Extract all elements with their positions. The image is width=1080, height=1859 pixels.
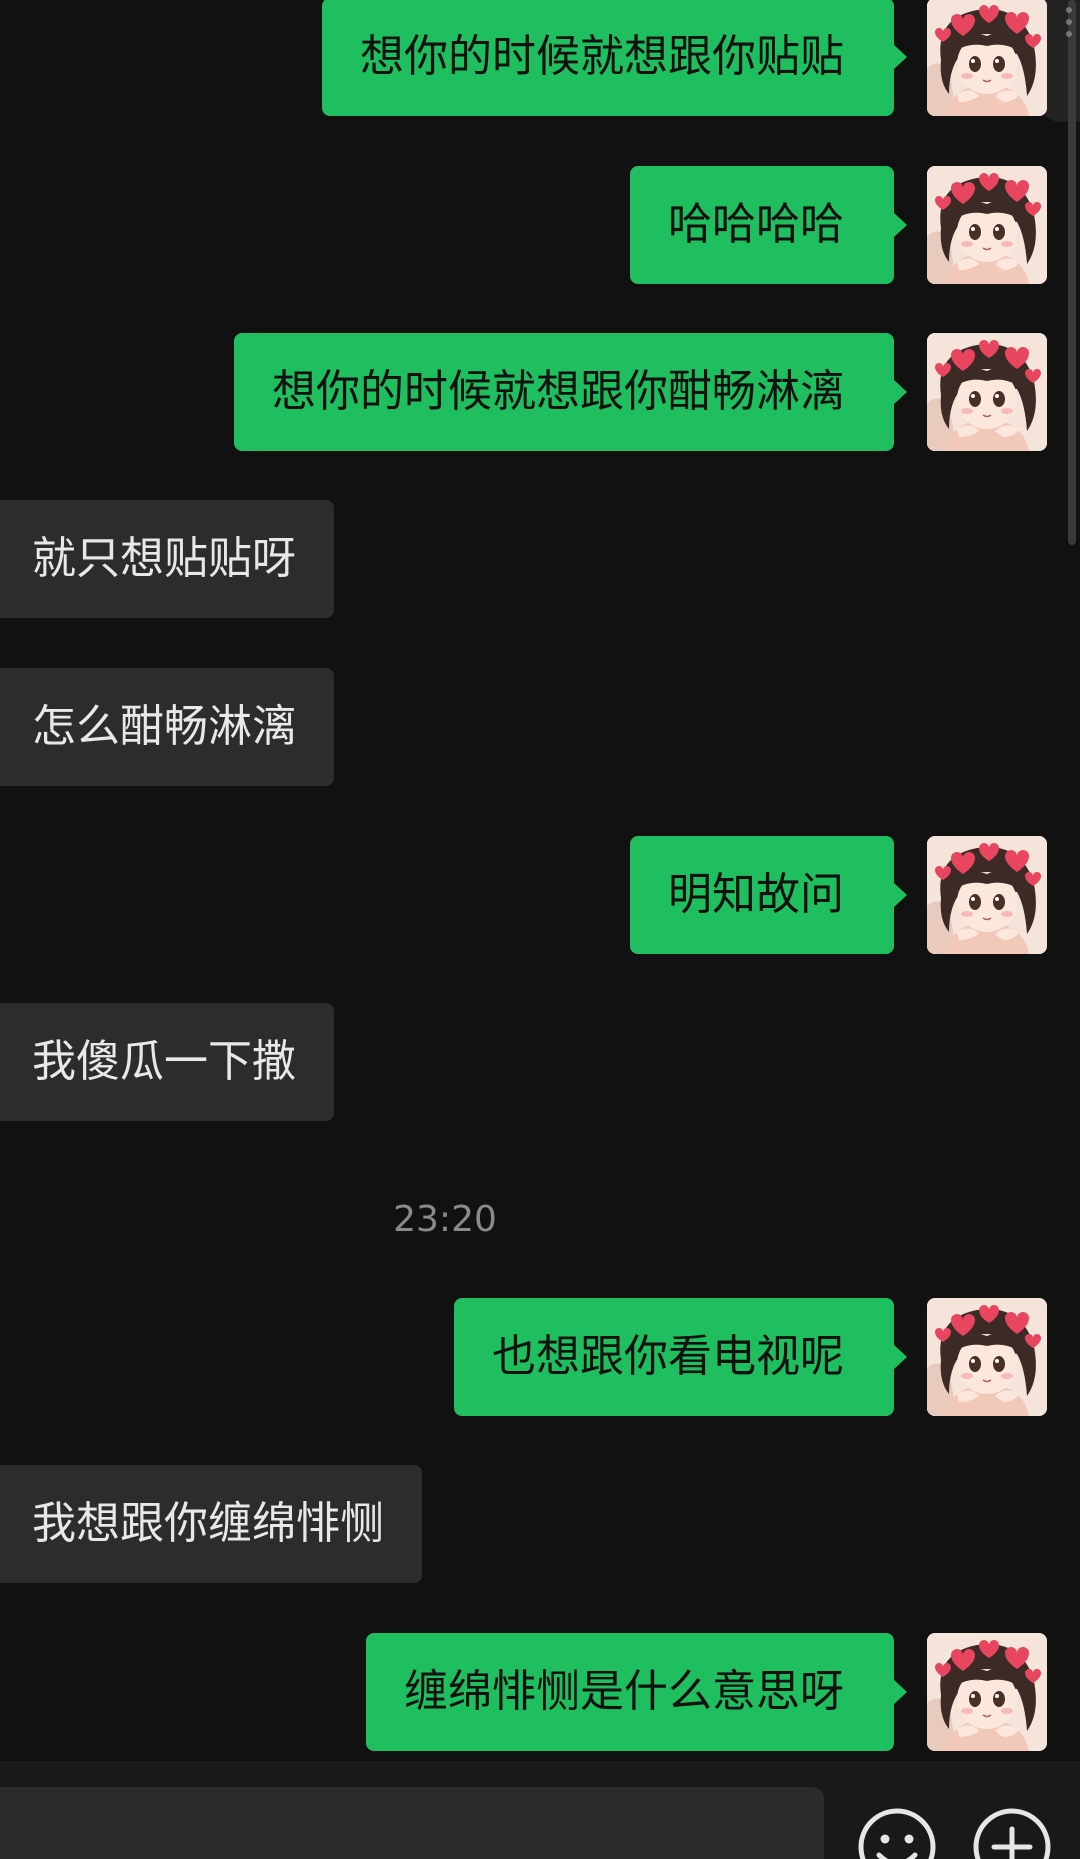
outgoing-message-bubble[interactable]: 也想跟你看电视呢	[454, 1298, 907, 1416]
avatar[interactable]	[927, 1298, 1047, 1416]
avatar[interactable]	[927, 0, 1047, 116]
avatar-image	[927, 333, 1047, 451]
avatar-image	[927, 1633, 1047, 1751]
outgoing-message-bubble[interactable]: 哈哈哈哈	[630, 166, 907, 284]
outgoing-message-bubble[interactable]: 想你的时候就想跟你贴贴	[322, 0, 907, 116]
message-input[interactable]	[0, 1787, 824, 1859]
message-row: 想你的时候就想跟你贴贴	[0, 0, 1080, 118]
message-row: 想你的时候就想跟你酣畅淋漓	[0, 333, 1080, 453]
message-row: 我想跟你缠绵悱恻	[0, 1465, 1080, 1585]
avatar[interactable]	[927, 166, 1047, 284]
message-row: 哈哈哈哈	[0, 166, 1080, 286]
outgoing-message-bubble[interactable]: 缠绵悱恻是什么意思呀	[366, 1633, 907, 1751]
input-bar	[0, 1762, 1080, 1859]
message-row: 我傻瓜一下撒	[0, 1003, 1080, 1123]
incoming-message-bubble[interactable]: 我想跟你缠绵悱恻	[0, 1465, 422, 1583]
avatar[interactable]	[927, 1633, 1047, 1751]
incoming-message-bubble[interactable]: 怎么酣畅淋漓	[0, 668, 334, 786]
outgoing-message-bubble[interactable]: 想你的时候就想跟你酣畅淋漓	[234, 333, 907, 451]
chat-area[interactable]: 想你的时候就想跟你贴贴 哈哈哈哈 想你的时候就想跟你酣畅淋漓 就只想贴贴呀 怎么…	[0, 0, 1080, 1762]
message-row: 怎么酣畅淋漓	[0, 668, 1080, 788]
avatar-image	[927, 0, 1047, 116]
outgoing-message-bubble[interactable]: 明知故问	[630, 836, 907, 954]
avatar-image	[927, 1298, 1047, 1416]
message-row: 明知故问	[0, 836, 1080, 956]
avatar-image	[927, 166, 1047, 284]
message-row: 就只想贴贴呀	[0, 500, 1080, 620]
avatar[interactable]	[927, 836, 1047, 954]
avatar-image	[927, 836, 1047, 954]
plus-icon[interactable]	[970, 1805, 1054, 1859]
emoji-icon[interactable]	[855, 1805, 939, 1859]
message-row: 缠绵悱恻是什么意思呀	[0, 1633, 1080, 1753]
avatar[interactable]	[927, 333, 1047, 451]
incoming-message-bubble[interactable]: 我傻瓜一下撒	[0, 1003, 334, 1121]
message-row: 也想跟你看电视呢	[0, 1298, 1080, 1418]
timestamp: 23:20	[393, 1199, 497, 1240]
incoming-message-bubble[interactable]: 就只想贴贴呀	[0, 500, 334, 618]
